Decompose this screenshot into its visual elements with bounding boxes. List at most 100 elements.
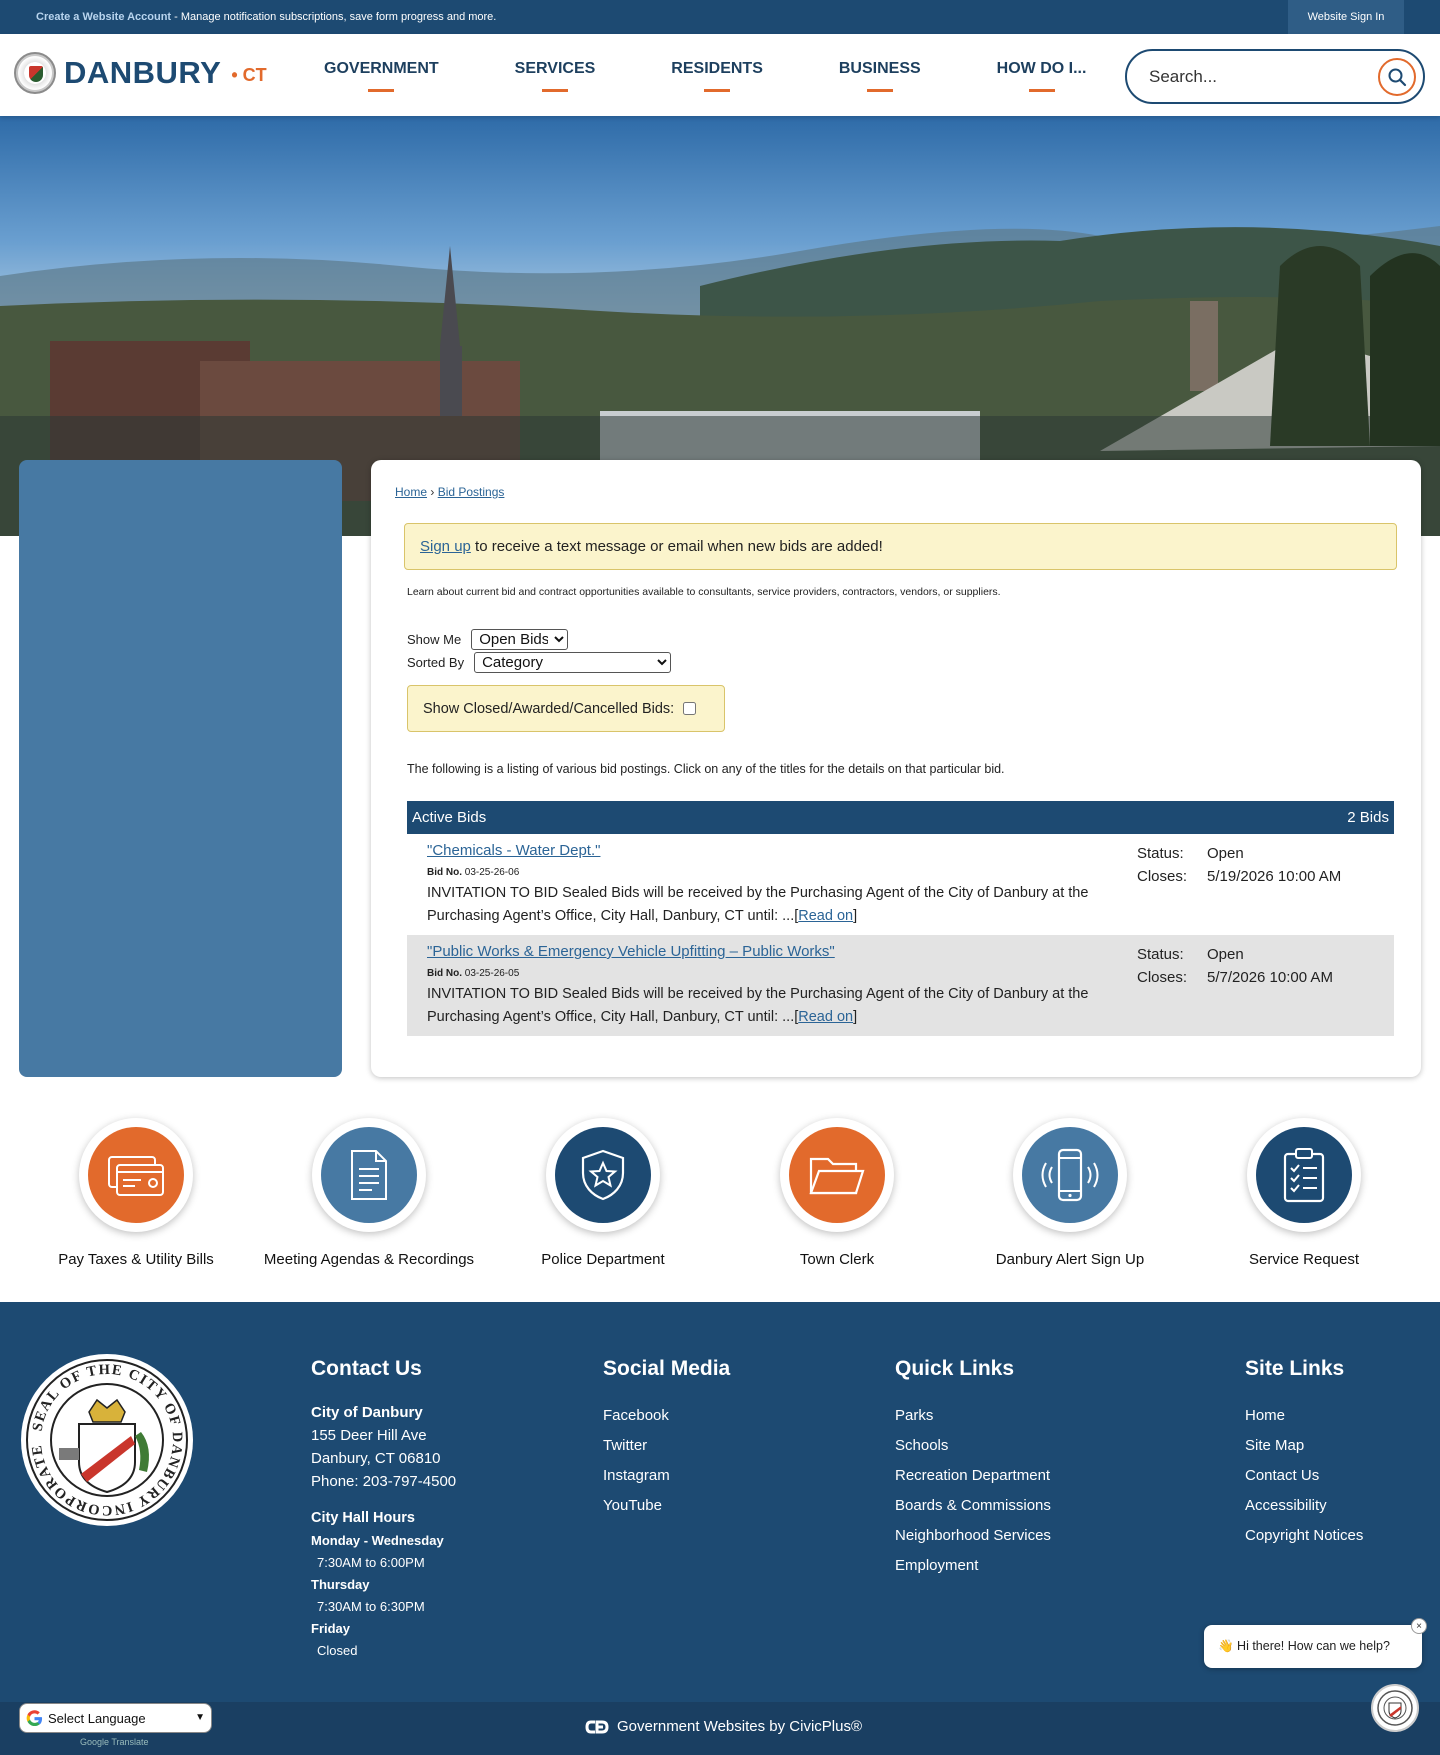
nav-residents[interactable]: RESIDENTS — [671, 60, 763, 92]
bid-description-text: INVITATION TO BID Sealed Bids will be re… — [427, 885, 1089, 924]
quick-link-label: Service Request — [1248, 1251, 1360, 1268]
show-closed-bids-box: Show Closed/Awarded/Cancelled Bids: — [407, 685, 725, 732]
site-logo[interactable]: DANBURY • CT — [14, 52, 267, 94]
bid-title-link[interactable]: "Chemicals - Water Dept." — [427, 842, 600, 859]
hours-time: 7:30AM to 6:00PM — [317, 1555, 425, 1570]
read-on-link[interactable]: Read on — [798, 1009, 853, 1025]
status-value: Open — [1207, 946, 1244, 963]
breadcrumb: Home › Bid Postings — [395, 485, 504, 499]
quick-link-ring — [780, 1118, 894, 1232]
bid-number-label: Bid No. — [427, 867, 462, 878]
nav-how-do-i[interactable]: HOW DO I... — [997, 60, 1086, 92]
sorted-by-select[interactable]: Category — [474, 652, 672, 673]
active-bids-title: Active Bids — [412, 809, 487, 826]
chat-greeting-bubble[interactable]: 👋 Hi there! How can we help? × — [1204, 1618, 1427, 1668]
bid-row: "Chemicals - Water Dept." Bid No. 03-25-… — [407, 834, 1394, 935]
quick-link-alert-signup[interactable]: Danbury Alert Sign Up — [955, 1118, 1185, 1268]
listing-description: The following is a listing of various bi… — [407, 762, 1005, 776]
footer-link-recreation[interactable]: Recreation Department — [895, 1461, 1051, 1491]
breadcrumb-home[interactable]: Home — [395, 485, 427, 499]
create-account-link[interactable]: Create a Website Account — [36, 11, 171, 23]
document-icon — [351, 1150, 387, 1200]
hours-time: Closed — [317, 1643, 358, 1658]
footer-link-copyright[interactable]: Copyright Notices — [1245, 1521, 1363, 1551]
footer-social-column: Social Media Facebook Twitter Instagram … — [603, 1357, 730, 1521]
language-select[interactable]: Select Language ▼ — [19, 1703, 212, 1733]
quick-link-circle — [555, 1127, 651, 1223]
active-bids-table: Active Bids 2 Bids "Chemicals - Water De… — [407, 801, 1394, 1036]
social-link-instagram[interactable]: Instagram — [603, 1461, 730, 1491]
search-button[interactable] — [1378, 58, 1416, 96]
search-icon — [1388, 68, 1407, 87]
footer-link-contact[interactable]: Contact Us — [1245, 1461, 1363, 1491]
chat-greeting-text: 👋 Hi there! How can we help? — [1218, 1639, 1390, 1653]
bid-number-label: Bid No. — [427, 968, 462, 979]
breadcrumb-bid-postings[interactable]: Bid Postings — [438, 485, 505, 499]
contact-org: City of Danbury — [311, 1404, 423, 1421]
status-value: Open — [1207, 845, 1244, 862]
bid-title-link[interactable]: "Public Works & Emergency Vehicle Upfitt… — [427, 943, 835, 960]
quick-link-label: Meeting Agendas & Recordings — [263, 1251, 475, 1268]
footer-contact-heading: Contact Us — [311, 1357, 422, 1380]
social-link-facebook[interactable]: Facebook — [603, 1401, 730, 1431]
search-box — [1125, 49, 1425, 104]
quick-link-circle — [88, 1127, 184, 1223]
footer-link-parks[interactable]: Parks — [895, 1401, 1051, 1431]
footer-link-site-map[interactable]: Site Map — [1245, 1431, 1363, 1461]
nav-business[interactable]: BUSINESS — [839, 60, 921, 92]
quick-link-pay-taxes[interactable]: Pay Taxes & Utility Bills — [21, 1118, 251, 1268]
quick-link-town-clerk[interactable]: Town Clerk — [722, 1118, 952, 1268]
quick-link-circle — [1022, 1127, 1118, 1223]
website-sign-in-button[interactable]: Website Sign In — [1288, 0, 1404, 34]
social-link-youtube[interactable]: YouTube — [603, 1491, 730, 1521]
footer-link-neighborhood[interactable]: Neighborhood Services — [895, 1521, 1051, 1551]
quick-link-meeting-agendas[interactable]: Meeting Agendas & Recordings — [254, 1118, 484, 1268]
active-bids-header: Active Bids 2 Bids — [407, 801, 1394, 834]
signup-notice-text: to receive a text message or email when … — [470, 538, 883, 555]
quick-link-label: Town Clerk — [799, 1251, 875, 1268]
social-link-twitter[interactable]: Twitter — [603, 1431, 730, 1461]
quick-link-label: Pay Taxes & Utility Bills — [58, 1251, 214, 1268]
signup-link[interactable]: Sign up — [420, 538, 471, 555]
status-label: Status: — [1137, 946, 1184, 963]
contact-address-1: 155 Deer Hill Ave — [311, 1427, 427, 1444]
quick-link-service-request[interactable]: Service Request — [1189, 1118, 1419, 1268]
bid-description-text: INVITATION TO BID Sealed Bids will be re… — [427, 986, 1089, 1025]
nav-services[interactable]: SERVICES — [515, 60, 595, 92]
search-input[interactable] — [1149, 66, 1369, 88]
nav-government[interactable]: GOVERNMENT — [324, 60, 439, 92]
show-me-select[interactable]: Open Bids — [471, 629, 569, 650]
show-me-label: Show Me — [407, 632, 462, 647]
top-utility-bar: Create a Website Account - Manage notifi… — [0, 0, 1440, 34]
read-on-link[interactable]: Read on — [798, 908, 853, 924]
police-badge-icon — [581, 1149, 625, 1201]
footer-link-accessibility[interactable]: Accessibility — [1245, 1491, 1363, 1521]
google-translate-credit: Google Translate — [80, 1737, 149, 1747]
quick-link-police[interactable]: Police Department — [488, 1118, 718, 1268]
footer-social-heading: Social Media — [603, 1357, 731, 1380]
closes-label: Closes: — [1137, 868, 1188, 885]
show-closed-checkbox[interactable] — [683, 702, 697, 715]
chat-close-button[interactable]: × — [1411, 1618, 1427, 1634]
footer-link-employment[interactable]: Employment — [895, 1551, 1051, 1581]
bid-row: "Public Works & Emergency Vehicle Upfitt… — [407, 935, 1394, 1036]
active-bids-count: 2 Bids — [1347, 809, 1389, 826]
chatbot-launcher-button[interactable] — [1371, 1684, 1419, 1732]
chevron-down-icon: ▼ — [195, 1712, 205, 1723]
footer-link-schools[interactable]: Schools — [895, 1431, 1051, 1461]
civicplus-credit[interactable]: Government Websites by CivicPlus® — [585, 1718, 862, 1735]
civicplus-credit-text: Government Websites by CivicPlus® — [617, 1718, 863, 1735]
quick-link-ring — [1247, 1118, 1361, 1232]
bill-card-icon — [108, 1156, 164, 1196]
bid-meta: Status: Open Closes: 5/7/2026 10:00 AM — [1137, 943, 1333, 989]
hours-days: Friday — [311, 1621, 351, 1636]
footer-link-boards[interactable]: Boards & Commissions — [895, 1491, 1051, 1521]
contact-address-2: Danbury, CT 06810 — [311, 1450, 441, 1467]
folder-icon — [809, 1157, 865, 1195]
bid-description: INVITATION TO BID Sealed Bids will be re… — [427, 882, 1127, 928]
footer-link-home[interactable]: Home — [1245, 1401, 1363, 1431]
phone-alert-icon — [1041, 1148, 1099, 1202]
hours-time: 7:30AM to 6:30PM — [317, 1599, 425, 1614]
intro-text: Learn about current bid and contract opp… — [407, 586, 1001, 598]
footer-site-links-column: Site Links Home Site Map Contact Us Acce… — [1245, 1357, 1363, 1551]
